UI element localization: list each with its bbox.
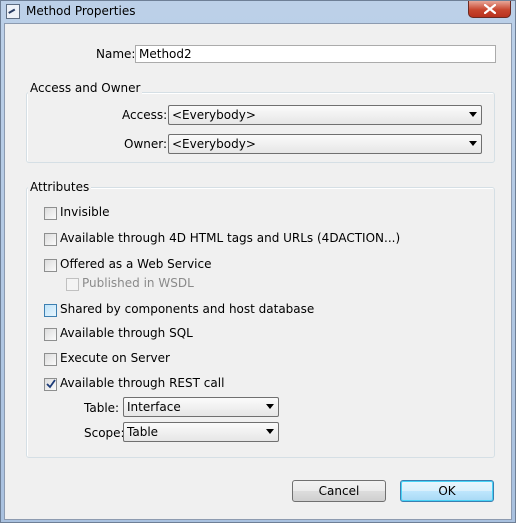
scope-label: Scope: [84,426,125,440]
chevron-down-icon [469,112,477,117]
wsdl-checkbox[interactable] [66,278,79,291]
scope-value: Table [127,425,159,439]
access-dropdown[interactable]: <Everybody> [168,105,482,125]
shared-components-label: Shared by components and host database [60,302,315,316]
chevron-down-icon [266,429,274,434]
table-value: Interface [127,400,181,414]
web-service-checkbox[interactable] [44,259,57,272]
owner-value: <Everybody> [172,137,256,151]
table-dropdown[interactable]: Interface [123,397,279,417]
invisible-checkbox[interactable] [44,207,57,220]
owner-dropdown[interactable]: <Everybody> [168,134,482,154]
dialog-body: Name: Method2 Access and Owner Access: <… [4,23,512,520]
execute-server-checkbox[interactable] [44,353,57,366]
cancel-button[interactable]: Cancel [292,480,386,502]
execute-server-label: Execute on Server [60,351,170,365]
name-input[interactable]: Method2 [135,45,496,63]
wsdl-label: Published in WSDL [82,276,194,290]
name-label: Name: [96,47,136,61]
checkmark-icon [46,379,56,389]
chevron-down-icon [469,141,477,146]
close-icon [484,4,496,14]
access-label: Access: [122,108,168,122]
table-label: Table: [84,401,120,415]
owner-label: Owner: [124,137,168,151]
close-button[interactable] [468,1,511,18]
attributes-group-title: Attributes [28,180,92,194]
title-bar[interactable]: Method Properties [1,1,515,23]
4daction-checkbox[interactable] [44,233,57,246]
method-icon [6,4,20,19]
sql-label: Available through SQL [60,326,193,340]
4daction-label: Available through 4D HTML tags and URLs … [60,231,401,245]
shared-components-checkbox[interactable] [44,304,57,317]
sql-checkbox[interactable] [44,328,57,341]
scope-dropdown[interactable]: Table [123,422,279,442]
window-title: Method Properties [26,4,136,18]
invisible-label: Invisible [60,205,110,219]
dialog-window: Method Properties Name: Method2 Access a… [0,0,516,523]
chevron-down-icon [266,404,274,409]
web-service-label: Offered as a Web Service [60,257,212,271]
access-owner-group-title: Access and Owner [28,81,143,95]
access-value: <Everybody> [172,108,256,122]
rest-call-checkbox[interactable] [44,378,57,391]
rest-call-label: Available through REST call [60,376,225,390]
attributes-group [26,187,495,458]
ok-button[interactable]: OK [400,480,494,502]
